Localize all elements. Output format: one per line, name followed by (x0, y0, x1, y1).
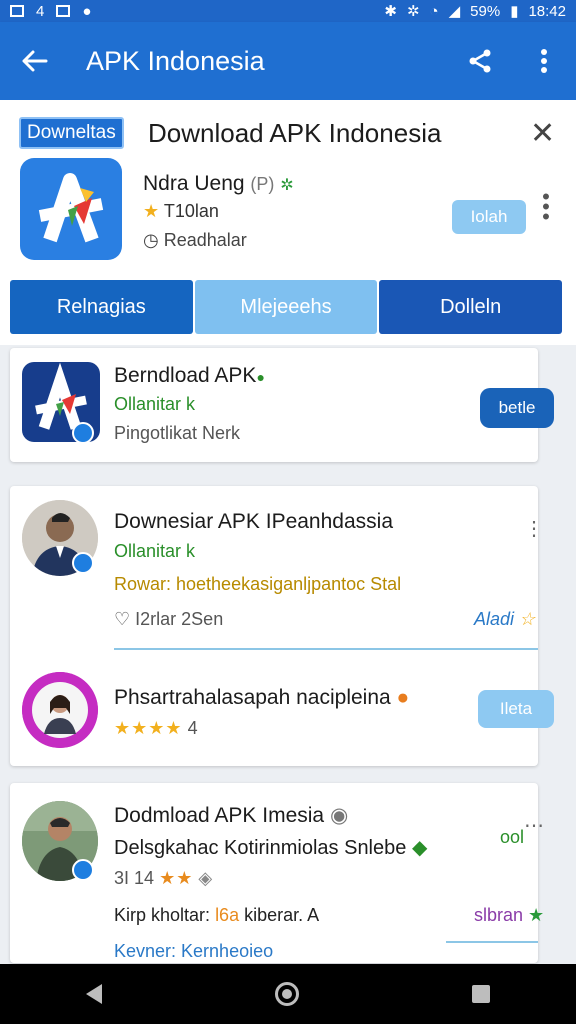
card-meta-rest: kiberar. (244, 905, 304, 925)
rating-stars: ★★ (159, 868, 194, 888)
card-right-label: slbran ★ (474, 905, 544, 926)
rating-suffix: 4 (187, 718, 198, 738)
card-subtitle: Ollanitar k (114, 541, 196, 561)
image-notification-icon (56, 5, 71, 17)
card-action-button[interactable]: betle (480, 388, 554, 428)
tab-second[interactable]: Mlejeeehs (194, 280, 378, 334)
app-bar: APK Indonesia (0, 22, 576, 100)
card-meta-orange: l6a (215, 905, 240, 925)
list-item[interactable]: Dodmload APK Imesia ◉ ⋯ ool Delsgkahac K… (10, 783, 544, 963)
card-title-text: Berndload APK (114, 364, 257, 387)
list-item[interactable]: Downesiar APK IPeanhdassia ⋮ Ollanitar k… (10, 486, 554, 766)
second-title-text: Phsartrahalasapah nacipleina (114, 686, 391, 709)
card-meta: ♡ I2rlar 2Sen (114, 609, 223, 630)
divider (114, 648, 538, 650)
card-right-label: Aladi ☆ (474, 609, 535, 630)
clock-icon: ◷ (143, 230, 159, 250)
badge-icon: ◈ (198, 868, 213, 888)
second-action-button[interactable]: Ileta (478, 690, 554, 728)
app-header-panel: Downeltas Download APK Indonesia ✕ Ndra … (0, 100, 576, 345)
verified-badge-icon (72, 552, 94, 574)
app-bar-title: APK Indonesia (86, 45, 265, 76)
rating-number: 3I 14 (114, 868, 155, 888)
right-label-text: Aladi (474, 609, 515, 629)
star-icon: ★ (143, 201, 160, 221)
card-title: Downesiar APK IPeanhdassia (114, 510, 393, 533)
wifi-icon: ◔ (429, 2, 439, 20)
more-icon[interactable]: ⋯ (524, 813, 545, 838)
flame-icon: ● (396, 686, 410, 709)
battery-icon: ▮ (510, 3, 519, 20)
more-vertical-icon[interactable] (512, 48, 576, 74)
card-meta-suffix: A (307, 905, 320, 925)
app-more-icon[interactable]: • • • (540, 186, 552, 228)
bluetooth-icon: ✱ (384, 3, 397, 20)
clock-time: 18:42 (528, 2, 566, 20)
status-left-glyph: 4 (36, 2, 45, 20)
info-icon: ◉ (329, 804, 349, 827)
card-meta-text: Kirp kholtar: (114, 905, 211, 925)
battery-percent: 59% (470, 2, 501, 20)
close-icon[interactable]: ✕ (530, 116, 555, 151)
card-title-text: Dodmload APK Imesia (114, 804, 325, 827)
card-meta: Pingotlikat Nerk (114, 423, 241, 443)
card-rating: 3I 14 ★★ ◈ (114, 868, 212, 889)
status-text: Readhalar (163, 230, 247, 250)
second-rating: ★★★★ 4 (114, 718, 198, 739)
vibrate-icon: ✲ (406, 3, 420, 20)
card-meta-text: I2rlar 2Sen (135, 609, 224, 629)
system-nav-bar (0, 964, 576, 1024)
card-title: Berndload APK● (114, 364, 265, 388)
right-small-label: ool (500, 827, 525, 847)
app-logo (20, 158, 122, 260)
install-button[interactable]: Iolah (452, 200, 526, 234)
more-icon[interactable]: ⋮ (524, 516, 545, 541)
tab-third[interactable]: Dolleln (379, 280, 563, 334)
card-subtitle: Ollanitar k (114, 394, 196, 414)
back-arrow-icon[interactable] (0, 50, 70, 72)
dot-icon: ● (256, 369, 265, 385)
verified-icon: ✲ (280, 177, 294, 194)
download-badge: Downeltas (19, 117, 124, 149)
card-subtitle-text: Delsgkahac Kotirinmiolas Snlebe (114, 837, 407, 859)
app-name: Ndra Ueng (P) ✲ (143, 172, 294, 196)
plus-icon: ◆ (411, 837, 428, 859)
app-name-text: Ndra Ueng (143, 172, 245, 195)
app-rating: ★ T10lan (143, 201, 219, 222)
nav-back-icon[interactable] (86, 984, 103, 1004)
nav-recents-icon[interactable] (471, 985, 490, 1003)
divider (446, 941, 538, 943)
card-title: Dodmload APK Imesia ◉ (114, 803, 348, 828)
star-icon: ★ (528, 905, 545, 925)
rating-text: T10lan (163, 201, 219, 221)
app-tag: (P) (250, 174, 275, 194)
card-meta: Kirp kholtar: l6a kiberar. A (114, 905, 319, 926)
header-title: Download APK Indonesia (148, 118, 442, 148)
status-bar: 4 ● ✱ ✲ ◔ ◢ 59% ▮ 18:42 (0, 0, 576, 22)
card-subtitle: Delsgkahac Kotirinmiolas Snlebe ◆ (114, 835, 427, 860)
notification-icon (10, 5, 24, 17)
app-status: ◷ Readhalar (143, 230, 247, 251)
avatar (22, 672, 98, 748)
verified-badge-icon (72, 859, 94, 881)
tab-bar: Relnagias Mlejeeehs Dolleln (10, 280, 563, 334)
signal-icon: ◢ (448, 3, 461, 20)
second-title: Phsartrahalasapah nacipleina ● (114, 686, 409, 710)
card-bottom-line: Kevner: Kernheoieo (114, 941, 274, 961)
list-item[interactable]: Berndload APK● Ollanitar k Pingotlikat N… (10, 348, 554, 462)
share-icon[interactable] (448, 48, 512, 74)
right-label-text: slbran (474, 905, 524, 925)
nav-home-icon[interactable] (274, 982, 299, 1006)
tab-first[interactable]: Relnagias (10, 280, 193, 334)
rating-stars: ★★★★ (114, 718, 183, 738)
card-description: Rowar: hoetheekasiganljpantoc Stal (114, 574, 402, 594)
star-icon: ☆ (519, 609, 536, 629)
circle-status-icon: ● (82, 2, 92, 20)
heart-icon: ♡ (114, 609, 131, 629)
verified-badge-icon (72, 422, 94, 444)
